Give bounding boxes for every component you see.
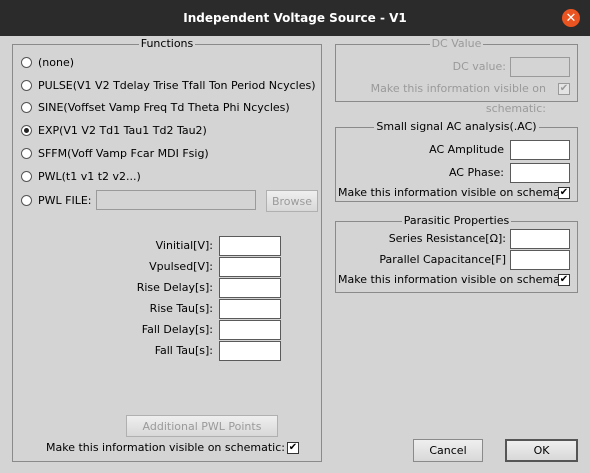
ac-analysis-group: Small signal AC analysis(.AC) AC Amplitu… [335, 120, 578, 202]
radio-indicator[interactable] [21, 101, 32, 113]
radio-pwl[interactable]: PWL(t1 v1 t2 v2...) [21, 168, 141, 184]
radio-none[interactable]: (none) [21, 54, 74, 70]
dc-value-title: DC Value [429, 37, 484, 50]
param-label: Rise Tau[s]: [149, 302, 213, 315]
fall-delay-input[interactable] [219, 320, 281, 340]
parasitic-visible-label: Make this information visible on schemat… [338, 273, 558, 286]
functions-visible-label: Make this information visible on schemat… [46, 441, 285, 454]
dc-value-label: DC value: [452, 60, 506, 73]
vinitial-input[interactable] [219, 236, 281, 256]
functions-visible-checkbox[interactable]: ✔ [287, 442, 299, 454]
fall-tau-input[interactable] [219, 341, 281, 361]
cancel-button[interactable]: Cancel [413, 439, 483, 462]
radio-exp[interactable]: EXP(V1 V2 Td1 Tau1 Td2 Tau2) [21, 122, 207, 138]
ok-button[interactable]: OK [505, 439, 578, 462]
rise-tau-input[interactable] [219, 299, 281, 319]
radio-indicator[interactable] [21, 147, 32, 159]
dc-visible-label: Make this information visible on schemat… [370, 82, 546, 115]
param-label: Fall Tau[s]: [154, 344, 213, 357]
param-label: Rise Delay[s]: [136, 281, 213, 294]
radio-label: PULSE(V1 V2 Tdelay Trise Tfall Ton Perio… [38, 78, 316, 92]
functions-group: Functions (none) PULSE(V1 V2 Tdelay Tris… [12, 37, 322, 462]
radio-indicator[interactable] [21, 194, 32, 206]
series-resistance-label: Series Resistance[Ω]: [388, 232, 506, 245]
radio-pwl-file[interactable]: PWL FILE: [21, 192, 92, 208]
ac-amplitude-input[interactable] [510, 140, 570, 160]
ac-amplitude-label: AC Amplitude [429, 143, 504, 156]
radio-label: SINE(Voffset Vamp Freq Td Theta Phi Ncyc… [38, 100, 290, 114]
radio-label: (none) [38, 55, 75, 69]
radio-sine[interactable]: SINE(Voffset Vamp Freq Td Theta Phi Ncyc… [21, 99, 290, 115]
window-title: Independent Voltage Source - V1 [183, 11, 407, 25]
additional-pwl-button[interactable]: Additional PWL Points [126, 415, 278, 437]
radio-label: PWL FILE: [38, 193, 92, 207]
ac-phase-input[interactable] [510, 163, 570, 183]
radio-pulse[interactable]: PULSE(V1 V2 Tdelay Trise Tfall Ton Perio… [21, 77, 316, 93]
radio-indicator-selected[interactable] [21, 124, 32, 136]
radio-label: PWL(t1 v1 t2 v2...) [38, 169, 141, 183]
dialog-window: Independent Voltage Source - V1 ✕ Functi… [0, 0, 590, 473]
radio-indicator[interactable] [21, 79, 32, 91]
title-bar: Independent Voltage Source - V1 ✕ [0, 0, 590, 36]
functions-title: Functions [138, 37, 196, 50]
rise-delay-input[interactable] [219, 278, 281, 298]
radio-label: EXP(V1 V2 Td1 Tau1 Td2 Tau2) [38, 123, 207, 137]
parasitic-group: Parasitic Properties Series Resistance[Ω… [335, 214, 578, 293]
parallel-capacitance-label: Parallel Capacitance[F] [379, 253, 506, 266]
radio-indicator[interactable] [21, 56, 32, 68]
dc-value-group: DC Value DC value: Make this information… [335, 37, 578, 115]
series-resistance-input[interactable] [510, 229, 570, 249]
param-label: Vpulsed[V]: [149, 260, 213, 273]
dc-visible-checkbox[interactable]: ✔ [558, 83, 570, 95]
radio-sffm[interactable]: SFFM(Voff Vamp Fcar MDI Fsig) [21, 145, 209, 161]
parasitic-title: Parasitic Properties [401, 214, 512, 227]
ac-title: Small signal AC analysis(.AC) [374, 120, 539, 133]
ac-visible-label: Make this information visible on schemat… [338, 186, 558, 199]
radio-indicator[interactable] [21, 170, 32, 182]
radio-label: SFFM(Voff Vamp Fcar MDI Fsig) [38, 146, 209, 160]
param-label: Fall Delay[s]: [141, 323, 213, 336]
parallel-capacitance-input[interactable] [510, 250, 570, 270]
parasitic-visible-checkbox[interactable]: ✔ [558, 274, 570, 286]
dc-value-input[interactable] [510, 57, 570, 77]
close-icon[interactable]: ✕ [562, 9, 580, 27]
vpulsed-input[interactable] [219, 257, 281, 277]
pwl-file-input[interactable] [96, 190, 256, 210]
browse-button[interactable]: Browse [266, 190, 318, 212]
ac-phase-label: AC Phase: [448, 166, 504, 179]
ac-visible-checkbox[interactable]: ✔ [558, 187, 570, 199]
param-label: Vinitial[V]: [155, 239, 213, 252]
